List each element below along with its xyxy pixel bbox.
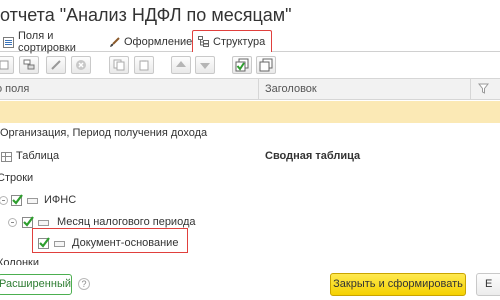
fields-icon: [3, 36, 14, 48]
field-icon: [27, 198, 38, 204]
close-and-generate-button[interactable]: Закрыть и сформировать: [330, 273, 466, 296]
column-separator: [470, 79, 471, 99]
edit-icon[interactable]: [46, 56, 66, 74]
collapse-icon[interactable]: [8, 218, 17, 227]
checkbox-ifns[interactable]: [11, 194, 23, 206]
delete-icon[interactable]: [71, 56, 91, 74]
toolbar: [0, 53, 500, 77]
tab-fields-sorting[interactable]: Поля и сортировки: [0, 30, 102, 54]
window-title: отчета "Анализ НДФЛ по месяцам": [0, 5, 292, 25]
copy-icon[interactable]: [109, 56, 129, 74]
tab-bar: Поля и сортировки Оформление Структура: [0, 30, 500, 54]
tree-row-table[interactable]: Таблица Сводная таблица: [0, 146, 500, 168]
move-down-icon[interactable]: [195, 56, 215, 74]
tree-row-label: Строки: [0, 172, 34, 184]
check-all-icon[interactable]: [232, 56, 252, 74]
grid-header: о поля Заголовок: [0, 79, 500, 100]
tree-row-grouping[interactable]: Организация, Период получения дохода: [0, 123, 500, 145]
collapse-icon[interactable]: [0, 196, 8, 205]
table-icon: [1, 152, 12, 162]
structure-icon: [198, 36, 209, 47]
tab-structure-label: Структура: [213, 35, 266, 48]
advanced-button[interactable]: Расширенный: [0, 274, 72, 295]
move-up-icon[interactable]: [171, 56, 191, 74]
paste-icon[interactable]: [134, 56, 154, 74]
field-icon: [38, 220, 49, 226]
tab-design[interactable]: Оформление: [104, 32, 193, 52]
tree-row-columns[interactable]: Колонки: [0, 255, 500, 265]
tab-structure[interactable]: Структура: [192, 30, 272, 52]
tree-row-label: Организация, Период получения дохода: [0, 127, 208, 139]
tree-row-report[interactable]: [0, 101, 500, 123]
tree-row-label: ИФНС: [44, 194, 77, 206]
column-field[interactable]: о поля: [0, 83, 29, 95]
tree-row-label: Колонки: [0, 257, 39, 265]
group-icon[interactable]: [19, 56, 39, 74]
tab-fields-sorting-label: Поля и сортировки: [18, 30, 76, 54]
column-separator: [258, 79, 259, 99]
help-icon[interactable]: ?: [78, 278, 90, 290]
uncheck-all-icon[interactable]: [256, 56, 276, 74]
selected-item-highlight: [32, 228, 188, 253]
brush-icon: [109, 36, 120, 48]
column-title[interactable]: Заголовок: [265, 83, 317, 95]
tree-row-label: Таблица: [16, 150, 60, 162]
checkbox-month[interactable]: [22, 216, 34, 228]
tree-row-label: Месяц налогового периода: [57, 216, 196, 228]
tab-design-label: Оформление: [124, 36, 193, 48]
tree-row-ifns[interactable]: ИФНС: [0, 190, 500, 212]
tree-row-title: Сводная таблица: [265, 150, 361, 162]
tree-row-rows[interactable]: Строки: [0, 168, 500, 190]
add-icon[interactable]: [0, 56, 14, 74]
more-button[interactable]: Е: [476, 273, 500, 296]
filter-icon[interactable]: [477, 83, 490, 97]
footer: Расширенный ? Закрыть и сформировать Е: [0, 270, 500, 300]
